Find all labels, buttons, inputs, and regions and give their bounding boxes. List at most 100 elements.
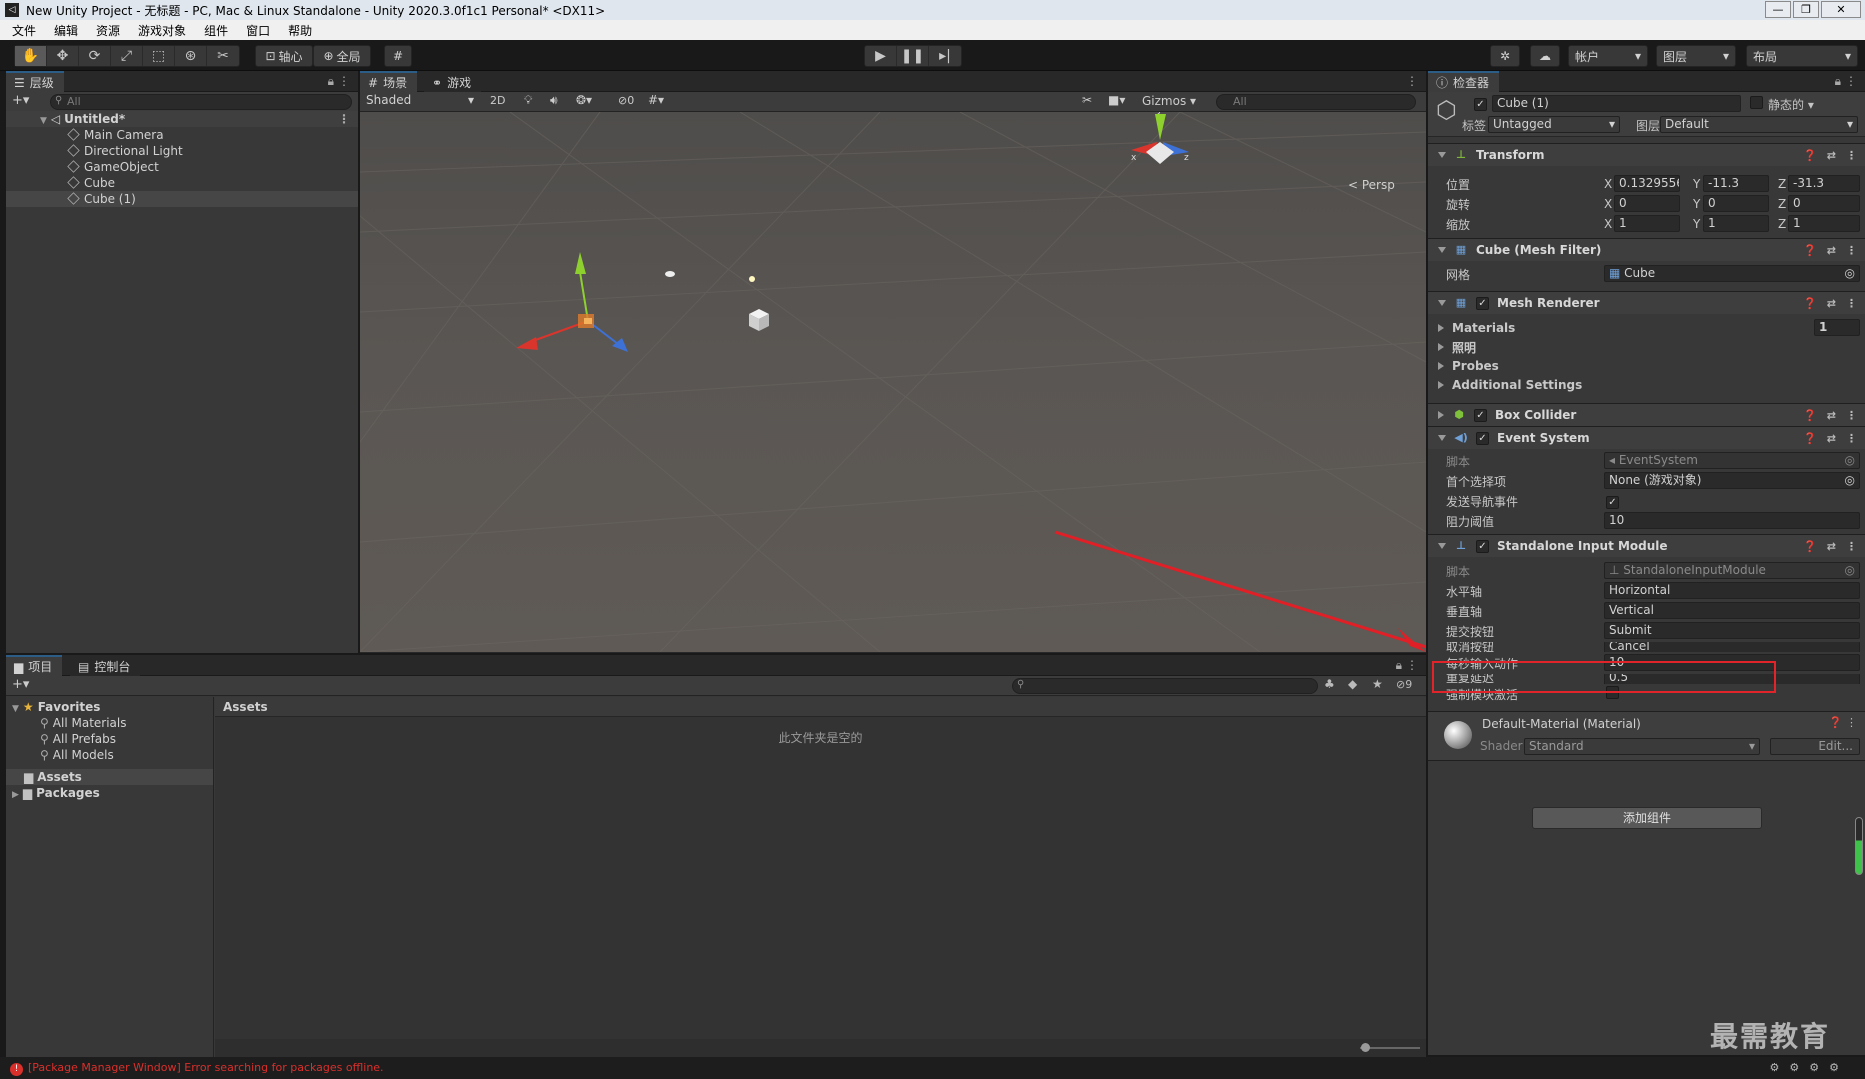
add-icon[interactable]: +▾: [12, 677, 29, 692]
tag-dropdown[interactable]: Untagged ▾: [1488, 116, 1620, 133]
hierarchy-item-selected[interactable]: Cube (1): [6, 191, 358, 207]
tab-scene[interactable]: # 场景: [360, 71, 418, 92]
filter-type-icon[interactable]: ♣: [1324, 677, 1335, 691]
lighting-foldout[interactable]: 照明: [1428, 338, 1865, 356]
lock-icon[interactable]: 🔒︎: [328, 74, 334, 89]
lock-icon[interactable]: 🔒︎: [1835, 74, 1841, 89]
more-icon[interactable]: ⋮: [1406, 658, 1418, 672]
pause-icon[interactable]: ❚❚: [897, 46, 929, 66]
add-component-button[interactable]: 添加组件: [1532, 807, 1762, 829]
more-icon[interactable]: ⋮: [1846, 409, 1857, 422]
scale-z-field[interactable]: 1: [1788, 215, 1860, 232]
more-icon[interactable]: ⋮: [1846, 540, 1857, 553]
mesh-filter-header[interactable]: ▦ Cube (Mesh Filter) ❓ ⇄ ⋮: [1428, 238, 1865, 261]
edit-shader-button[interactable]: Edit...: [1770, 738, 1860, 755]
rotation-y-field[interactable]: 0: [1703, 195, 1769, 212]
zoom-slider-handle[interactable]: [1361, 1043, 1370, 1052]
help-icon[interactable]: ❓: [1803, 409, 1817, 422]
materials-foldout[interactable]: Materials 1: [1428, 319, 1865, 337]
close-button[interactable]: ✕: [1821, 1, 1861, 18]
scale-y-field[interactable]: 1: [1703, 215, 1769, 232]
enabled-checkbox[interactable]: ✓: [1476, 539, 1489, 553]
menu-window[interactable]: 窗口: [246, 22, 270, 39]
grid-toggle-icon[interactable]: #▾: [648, 93, 664, 107]
static-checkbox[interactable]: [1750, 96, 1763, 112]
standalone-input-header[interactable]: ⊥ ✓ Standalone Input Module ❓ ⇄ ⋮: [1428, 534, 1865, 557]
custom-tool-icon[interactable]: ✂: [207, 46, 239, 66]
submit-button-field[interactable]: Submit: [1604, 622, 1860, 639]
help-icon[interactable]: ❓: [1803, 432, 1817, 445]
tree-favorite-item[interactable]: ⚲ All Models: [6, 747, 213, 763]
active-checkbox[interactable]: ✓: [1474, 96, 1487, 111]
pivot-toggle[interactable]: ⊡ 轴心: [255, 45, 313, 67]
scene-search-input[interactable]: All: [1216, 94, 1416, 110]
hierarchy-search-input[interactable]: All: [50, 94, 352, 110]
camera-icon[interactable]: ■▾: [1108, 93, 1125, 107]
menu-edit[interactable]: 编辑: [54, 22, 78, 39]
grid-snap-button[interactable]: #: [384, 45, 412, 67]
orientation-gizmo[interactable]: x z y: [1131, 112, 1189, 164]
effects-icon[interactable]: ❂▾: [576, 93, 592, 107]
rotate-tool-icon[interactable]: ⟳: [79, 46, 111, 66]
scene-viewport[interactable]: x z y < Persp: [360, 112, 1426, 652]
preset-icon[interactable]: ⇄: [1827, 432, 1836, 445]
mesh-field[interactable]: ▦ Cube ◎: [1604, 265, 1860, 282]
hierarchy-item[interactable]: GameObject: [6, 159, 358, 175]
step-icon[interactable]: ▸|: [929, 46, 961, 66]
lighting-icon[interactable]: 💡︎: [524, 93, 532, 108]
menu-gameobject[interactable]: 游戏对象: [138, 22, 186, 39]
minimize-button[interactable]: —: [1765, 1, 1791, 18]
cloud-button[interactable]: ☁: [1530, 45, 1560, 67]
shader-dropdown[interactable]: Standard ▾: [1524, 738, 1760, 755]
object-name-field[interactable]: Cube (1): [1492, 95, 1741, 112]
gizmos-dropdown[interactable]: Gizmos ▾: [1142, 94, 1196, 108]
layer-dropdown[interactable]: Default ▾: [1660, 116, 1858, 133]
more-icon[interactable]: ⋮: [1846, 716, 1857, 729]
project-breadcrumb[interactable]: Assets: [215, 697, 1426, 717]
hand-tool-icon[interactable]: ✋: [15, 46, 47, 66]
more-icon[interactable]: ⋮: [1846, 244, 1857, 257]
filter-label-icon[interactable]: ◆: [1348, 677, 1357, 691]
shading-mode-dropdown[interactable]: Shaded ▾: [362, 93, 478, 110]
hierarchy-item[interactable]: Directional Light: [6, 143, 358, 159]
menu-file[interactable]: 文件: [12, 22, 36, 39]
play-icon[interactable]: ▶: [865, 46, 897, 66]
menu-assets[interactable]: 资源: [96, 22, 120, 39]
tree-folder-assets[interactable]: ▆ Assets: [6, 769, 213, 785]
rect-tool-icon[interactable]: ⬚: [143, 46, 175, 66]
scene-root[interactable]: ▼ ◁ Untitled* ⋮: [6, 111, 358, 127]
tree-favorite-item[interactable]: ⚲ All Materials: [6, 715, 213, 731]
additional-settings-foldout[interactable]: Additional Settings: [1428, 376, 1865, 394]
static-label[interactable]: 静态的 ▾: [1768, 96, 1814, 113]
tab-console[interactable]: ▤ 控制台: [70, 655, 141, 676]
tab-game[interactable]: ⚭ 游戏: [424, 71, 482, 92]
menu-component[interactable]: 组件: [204, 22, 228, 39]
probes-foldout[interactable]: Probes: [1428, 357, 1865, 375]
tools-icon[interactable]: ✂: [1082, 93, 1092, 107]
cancel-button-field[interactable]: Cancel: [1604, 642, 1860, 652]
collab-button[interactable]: ✲: [1490, 45, 1520, 67]
more-icon[interactable]: ⋮: [338, 111, 350, 127]
tab-hierarchy[interactable]: ☰ 层级: [6, 71, 64, 92]
object-picker-icon[interactable]: ◎: [1845, 473, 1855, 488]
vertical-axis-field[interactable]: Vertical: [1604, 602, 1860, 619]
help-icon[interactable]: ❓: [1803, 297, 1817, 310]
more-icon[interactable]: ⋮: [1846, 149, 1857, 162]
more-icon[interactable]: ⋮: [1846, 432, 1857, 445]
global-toggle[interactable]: ⊕ 全局: [313, 45, 371, 67]
project-search-input[interactable]: [1012, 678, 1318, 694]
camera-gizmo-icon[interactable]: [665, 271, 675, 277]
preset-icon[interactable]: ⇄: [1827, 540, 1836, 553]
menu-help[interactable]: 帮助: [288, 22, 312, 39]
tree-folder-packages[interactable]: ▶ ▆ Packages: [6, 785, 213, 801]
preset-icon[interactable]: ⇄: [1827, 409, 1836, 422]
drag-threshold-field[interactable]: 10: [1604, 512, 1860, 529]
send-navigation-checkbox[interactable]: ✓: [1606, 494, 1619, 509]
tab-project[interactable]: ▆ 项目: [6, 655, 63, 676]
help-icon[interactable]: ❓: [1803, 149, 1817, 162]
hierarchy-item[interactable]: Cube: [6, 175, 358, 191]
more-icon[interactable]: ⋮: [1845, 74, 1857, 88]
preset-icon[interactable]: ⇄: [1827, 297, 1836, 310]
enabled-checkbox[interactable]: ✓: [1474, 408, 1487, 422]
transform-tool-icon[interactable]: ⊛: [175, 46, 207, 66]
